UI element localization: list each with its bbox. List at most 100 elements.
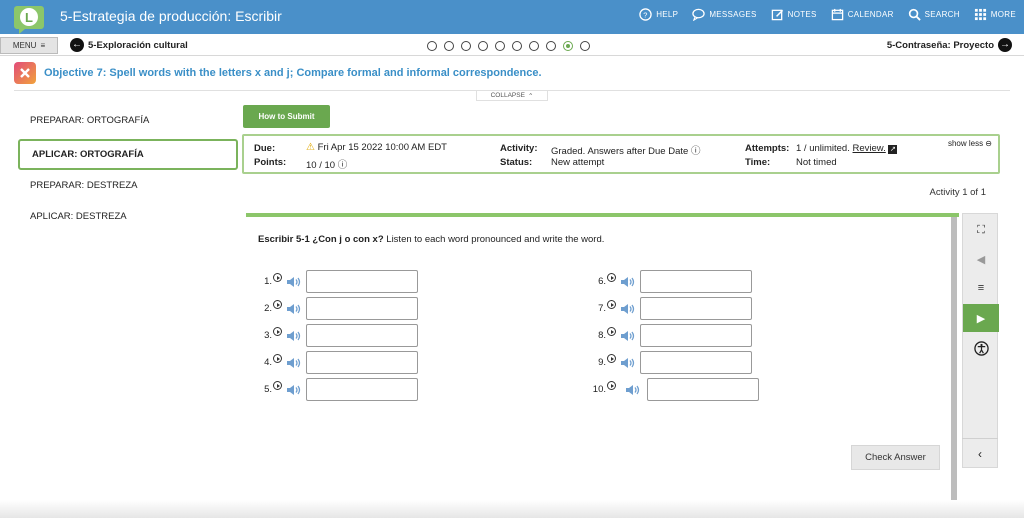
top-nav: ? HELP MESSAGES NOTES CALENDAR SEARCH MO…	[639, 8, 1016, 21]
top-bar: L 5-Estrategia de producción: Escribir ?…	[0, 0, 1024, 34]
answer-input[interactable]	[306, 270, 418, 293]
help-link[interactable]: ? HELP	[639, 8, 678, 21]
play-icon[interactable]	[607, 327, 616, 336]
answer-input[interactable]	[306, 297, 418, 320]
status-value: New attempt	[551, 157, 605, 168]
search-link[interactable]: SEARCH	[908, 8, 960, 21]
previous-button[interactable]: ◀	[963, 245, 999, 273]
activity-count: Activity 1 of 1	[929, 187, 987, 198]
speaker-icon[interactable]	[620, 356, 636, 370]
exercise-instruction: Listen to each word pronounced and write…	[386, 234, 605, 245]
objective-icon	[14, 62, 36, 84]
calendar-icon	[831, 8, 843, 21]
answer-input[interactable]	[306, 351, 418, 374]
play-icon[interactable]	[273, 327, 282, 336]
notes-link[interactable]: NOTES	[771, 8, 817, 21]
progress-dot[interactable]	[512, 41, 522, 51]
list-button[interactable]: ≡	[963, 274, 999, 302]
answer-input[interactable]	[647, 378, 759, 401]
review-link[interactable]: Review.	[853, 143, 886, 154]
speaker-icon[interactable]	[286, 302, 302, 316]
progress-dot[interactable]	[427, 41, 437, 51]
points-text: 10 / 10	[306, 160, 336, 171]
speaker-icon[interactable]	[620, 329, 636, 343]
answer-input[interactable]	[640, 270, 752, 293]
item-number: 8.	[598, 330, 606, 341]
progress-dot[interactable]	[529, 41, 539, 51]
progress-dot[interactable]	[461, 41, 471, 51]
speaker-icon[interactable]	[286, 383, 302, 397]
item-number: 5.	[264, 384, 272, 395]
search-label: SEARCH	[924, 10, 960, 19]
play-icon[interactable]	[607, 300, 616, 309]
svg-text:L: L	[25, 10, 33, 25]
sidebar-item-label: APLICAR: ORTOGRAFÍA	[32, 149, 144, 160]
answer-input[interactable]	[640, 297, 752, 320]
play-icon[interactable]	[607, 381, 616, 390]
collapse-button[interactable]: COLLAPSE ⌃	[476, 91, 548, 101]
messages-link[interactable]: MESSAGES	[692, 8, 756, 21]
play-icon[interactable]	[607, 354, 616, 363]
expand-icon: ⛶	[977, 223, 985, 236]
how-to-submit-button[interactable]: How to Submit	[243, 105, 330, 128]
speaker-icon[interactable]	[620, 302, 636, 316]
more-link[interactable]: MORE	[974, 8, 1016, 21]
sidebar-item-preparar-ortografia[interactable]: PREPARAR: ORTOGRAFÍA	[18, 105, 238, 136]
play-icon[interactable]	[273, 354, 282, 363]
answer-input[interactable]	[306, 324, 418, 347]
rail-collapse-button[interactable]: ‹	[962, 438, 998, 468]
calendar-link[interactable]: CALENDAR	[831, 8, 894, 21]
answer-row: 9.	[586, 351, 752, 374]
show-less-toggle[interactable]: show less ⊖	[948, 139, 992, 148]
next-lesson-link[interactable]: 5-Contraseña: Proyecto →	[887, 38, 1012, 52]
grid-icon	[974, 8, 986, 21]
hamburger-icon: ≡	[40, 41, 46, 50]
svg-text:?: ?	[644, 10, 648, 19]
answer-row: 10.	[586, 378, 759, 401]
item-number: 10.	[592, 384, 606, 395]
answer-input[interactable]	[640, 351, 752, 374]
accessibility-button[interactable]	[963, 334, 999, 362]
answer-row: 4.	[252, 351, 418, 374]
answer-input[interactable]	[306, 378, 418, 401]
tool-rail: ⛶ ◀ ≡ ▶	[962, 213, 999, 468]
play-icon[interactable]	[273, 300, 282, 309]
app-logo-icon[interactable]: L	[12, 2, 46, 34]
answer-input[interactable]	[640, 324, 752, 347]
info-icon[interactable]: ⓘ	[338, 160, 348, 171]
speaker-icon[interactable]	[625, 383, 641, 397]
play-icon[interactable]	[273, 381, 282, 390]
play-icon[interactable]	[607, 273, 616, 282]
app-title: 5-Estrategia de producción: Escribir	[60, 8, 282, 24]
check-answer-button[interactable]: Check Answer	[851, 445, 940, 470]
speaker-icon[interactable]	[286, 356, 302, 370]
speaker-icon[interactable]	[286, 275, 302, 289]
progress-dot[interactable]	[580, 41, 590, 51]
accessibility-icon	[973, 340, 989, 356]
menu-label: MENU	[12, 41, 37, 50]
progress-dot[interactable]	[563, 41, 573, 51]
panel-scrollbar[interactable]	[951, 217, 957, 513]
menu-button[interactable]: MENU ≡	[0, 37, 58, 54]
sidebar-item-aplicar-ortografia[interactable]: APLICAR: ORTOGRAFÍA	[18, 139, 238, 170]
next-button[interactable]: ▶	[963, 304, 999, 332]
due-date: Fri Apr 15 2022 10:00 AM EDT	[317, 142, 447, 153]
fullscreen-button[interactable]: ⛶	[963, 216, 999, 244]
speaker-icon[interactable]	[286, 329, 302, 343]
play-icon[interactable]	[273, 273, 282, 282]
activity-value: Graded. Answers after Due Date ⓘ	[551, 143, 700, 157]
item-number: 9.	[598, 357, 606, 368]
sidebar-item-aplicar-destreza[interactable]: APLICAR: DESTREZA	[18, 201, 238, 232]
sidebar-item-preparar-destreza[interactable]: PREPARAR: DESTREZA	[18, 170, 238, 201]
attempts-label: Attempts:	[745, 143, 790, 154]
progress-dot[interactable]	[444, 41, 454, 51]
previous-lesson-link[interactable]: ← 5-Exploración cultural	[70, 38, 188, 52]
status-label: Status:	[500, 157, 533, 168]
speaker-icon[interactable]	[620, 275, 636, 289]
objective-header: Objective 7: Spell words with the letter…	[14, 62, 542, 84]
messages-label: MESSAGES	[709, 10, 757, 19]
progress-dot[interactable]	[495, 41, 505, 51]
info-icon[interactable]: ⓘ	[691, 146, 701, 157]
progress-dot[interactable]	[478, 41, 488, 51]
progress-dot[interactable]	[546, 41, 556, 51]
